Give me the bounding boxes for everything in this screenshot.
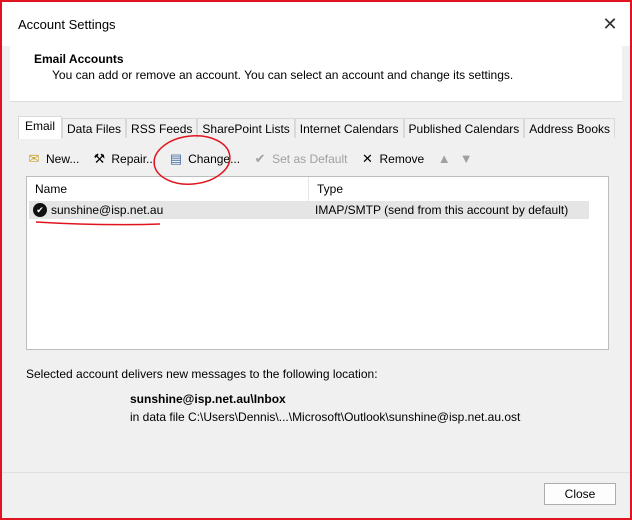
- change-settings-icon: ▤: [169, 151, 183, 166]
- divider: [2, 472, 630, 473]
- delivery-file: in data file C:\Users\Dennis\...\Microso…: [130, 410, 521, 424]
- new-button[interactable]: ✉ New...: [26, 150, 80, 168]
- delivery-label: Selected account delivers new messages t…: [26, 367, 378, 381]
- tools-icon: ⚒: [93, 151, 106, 166]
- tab-rss-feeds[interactable]: RSS Feeds: [126, 118, 198, 138]
- title-bar: Account Settings ✕: [2, 2, 630, 46]
- remove-label: Remove: [379, 152, 425, 166]
- tab-data-files[interactable]: Data Files: [62, 118, 127, 138]
- repair-button[interactable]: ⚒ Repair...: [91, 150, 157, 168]
- accounts-list: Name Type ✔ sunshine@isp.net.au IMAP/SMT…: [26, 176, 609, 350]
- repair-label: Repair...: [111, 152, 157, 166]
- column-header-type[interactable]: Type: [309, 177, 608, 201]
- change-label: Change...: [188, 152, 241, 166]
- close-icon[interactable]: ✕: [598, 12, 622, 36]
- tab-published-calendars[interactable]: Published Calendars: [403, 118, 525, 138]
- check-circle-icon: ✔: [254, 151, 266, 166]
- new-label: New...: [46, 152, 80, 166]
- account-type: IMAP/SMTP (send from this account by def…: [315, 203, 569, 217]
- change-button[interactable]: ▤ Change...: [168, 150, 240, 168]
- table-row[interactable]: ✔ sunshine@isp.net.au IMAP/SMTP (send fr…: [29, 201, 589, 219]
- default-account-icon: ✔: [33, 203, 47, 217]
- account-name: sunshine@isp.net.au: [51, 203, 164, 217]
- tab-internet-calendars[interactable]: Internet Calendars: [294, 118, 404, 138]
- tab-address-books[interactable]: Address Books: [524, 118, 615, 138]
- remove-button[interactable]: ✕ Remove: [359, 150, 424, 168]
- tab-email[interactable]: Email: [18, 116, 63, 139]
- header-subtitle: You can add or remove an account. You ca…: [52, 68, 514, 82]
- tab-bar: Email Data Files RSS Feeds SharePoint Li…: [18, 116, 615, 139]
- tab-sharepoint-lists[interactable]: SharePoint Lists: [197, 118, 295, 138]
- move-down-button[interactable]: ▼: [458, 150, 474, 168]
- arrow-up-icon: ▲: [437, 151, 451, 166]
- toolbar: ✉ New... ⚒ Repair... ▤ Change... ✔ Set as De…: [26, 150, 486, 168]
- move-up-button[interactable]: ▲: [436, 150, 452, 168]
- account-settings-dialog: Account Settings ✕ Email Accounts You ca…: [0, 0, 632, 520]
- set-default-label: Set as Default: [272, 152, 348, 166]
- column-header-name[interactable]: Name: [27, 177, 309, 201]
- window-title: Account Settings: [18, 17, 116, 32]
- delivery-folder: sunshine@isp.net.au\Inbox: [130, 392, 286, 406]
- header-title: Email Accounts: [34, 52, 124, 66]
- header: Email Accounts You can add or remove an …: [10, 46, 622, 102]
- arrow-down-icon: ▼: [459, 151, 473, 166]
- set-default-button[interactable]: ✔ Set as Default: [252, 150, 348, 168]
- close-button[interactable]: Close: [544, 483, 616, 505]
- x-icon: ✕: [362, 151, 373, 166]
- new-mail-icon: ✉: [28, 151, 40, 166]
